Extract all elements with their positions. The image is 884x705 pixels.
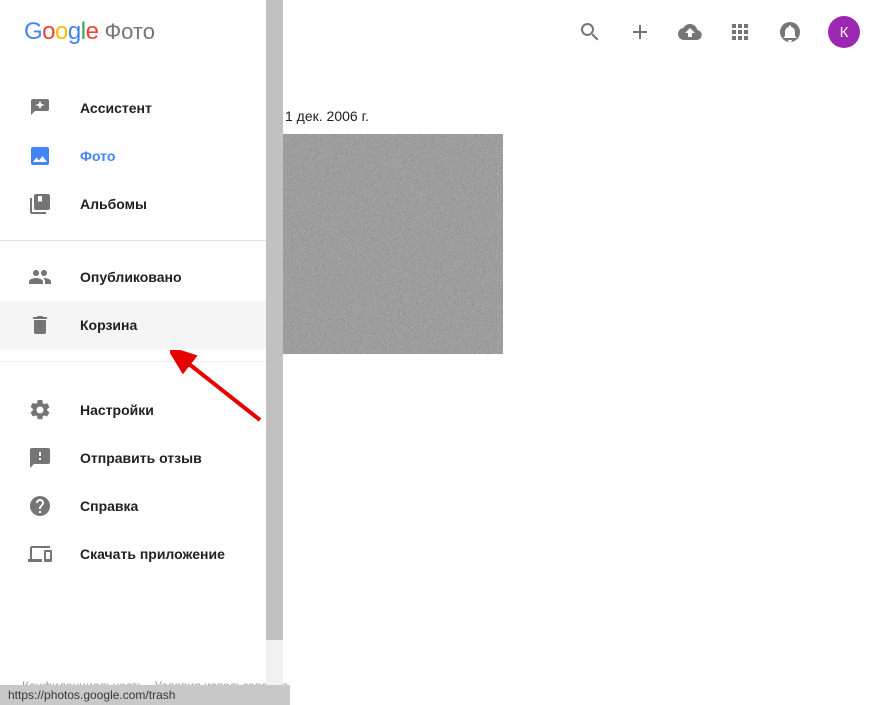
divider [0,361,266,362]
upload-icon[interactable] [678,20,702,44]
nav-group-main: Ассистент Фото Альбомы [0,66,266,228]
sidebar-item-label: Альбомы [80,196,147,212]
scrollbar[interactable] [266,0,283,705]
logo-suffix: Фото [104,19,155,45]
trash-icon [28,313,52,337]
topbar: К [283,0,884,64]
sidebar-item-label: Настройки [80,402,154,418]
sidebar-item-download-app[interactable]: Скачать приложение [0,530,266,578]
photos-icon [28,144,52,168]
sidebar-item-label: Отправить отзыв [80,450,202,466]
search-icon[interactable] [578,20,602,44]
sidebar-item-trash[interactable]: Корзина [0,301,266,349]
sidebar: Google Фото Ассистент Фото Альбомы [0,0,266,705]
sidebar-item-label: Скачать приложение [80,546,225,562]
sidebar-item-albums[interactable]: Альбомы [0,180,266,228]
divider [0,240,266,241]
sidebar-item-help[interactable]: Справка [0,482,266,530]
date-header: 1 дек. 2006 г. [285,108,884,124]
create-icon[interactable] [628,20,652,44]
sidebar-item-label: Ассистент [80,100,152,116]
sidebar-item-label: Корзина [80,317,137,333]
notifications-icon[interactable] [778,20,802,44]
sidebar-item-settings[interactable]: Настройки [0,386,266,434]
logo[interactable]: Google Фото [0,0,266,66]
sidebar-item-feedback[interactable]: Отправить отзыв [0,434,266,482]
status-bar: https://photos.google.com/trash [0,685,290,705]
albums-icon [28,192,52,216]
status-url: https://photos.google.com/trash [8,688,175,702]
gear-icon [28,398,52,422]
sidebar-item-shared[interactable]: Опубликовано [0,253,266,301]
sidebar-item-assistant[interactable]: Ассистент [0,84,266,132]
photo-thumbnail[interactable] [283,134,503,354]
assistant-icon [28,96,52,120]
feedback-icon [28,446,52,470]
avatar[interactable]: К [828,16,860,48]
devices-icon [28,542,52,566]
sidebar-item-photos[interactable]: Фото [0,132,266,180]
logo-word: Google [24,18,98,46]
nav-group-tertiary: Настройки Отправить отзыв Справка Скачат… [0,374,266,578]
sidebar-item-label: Справка [80,498,138,514]
apps-icon[interactable] [728,20,752,44]
people-icon [28,265,52,289]
main: К 1 дек. 2006 г. [283,0,884,705]
sidebar-item-label: Фото [80,148,115,164]
sidebar-item-label: Опубликовано [80,269,182,285]
help-icon [28,494,52,518]
nav-group-secondary: Опубликовано Корзина [0,253,266,349]
